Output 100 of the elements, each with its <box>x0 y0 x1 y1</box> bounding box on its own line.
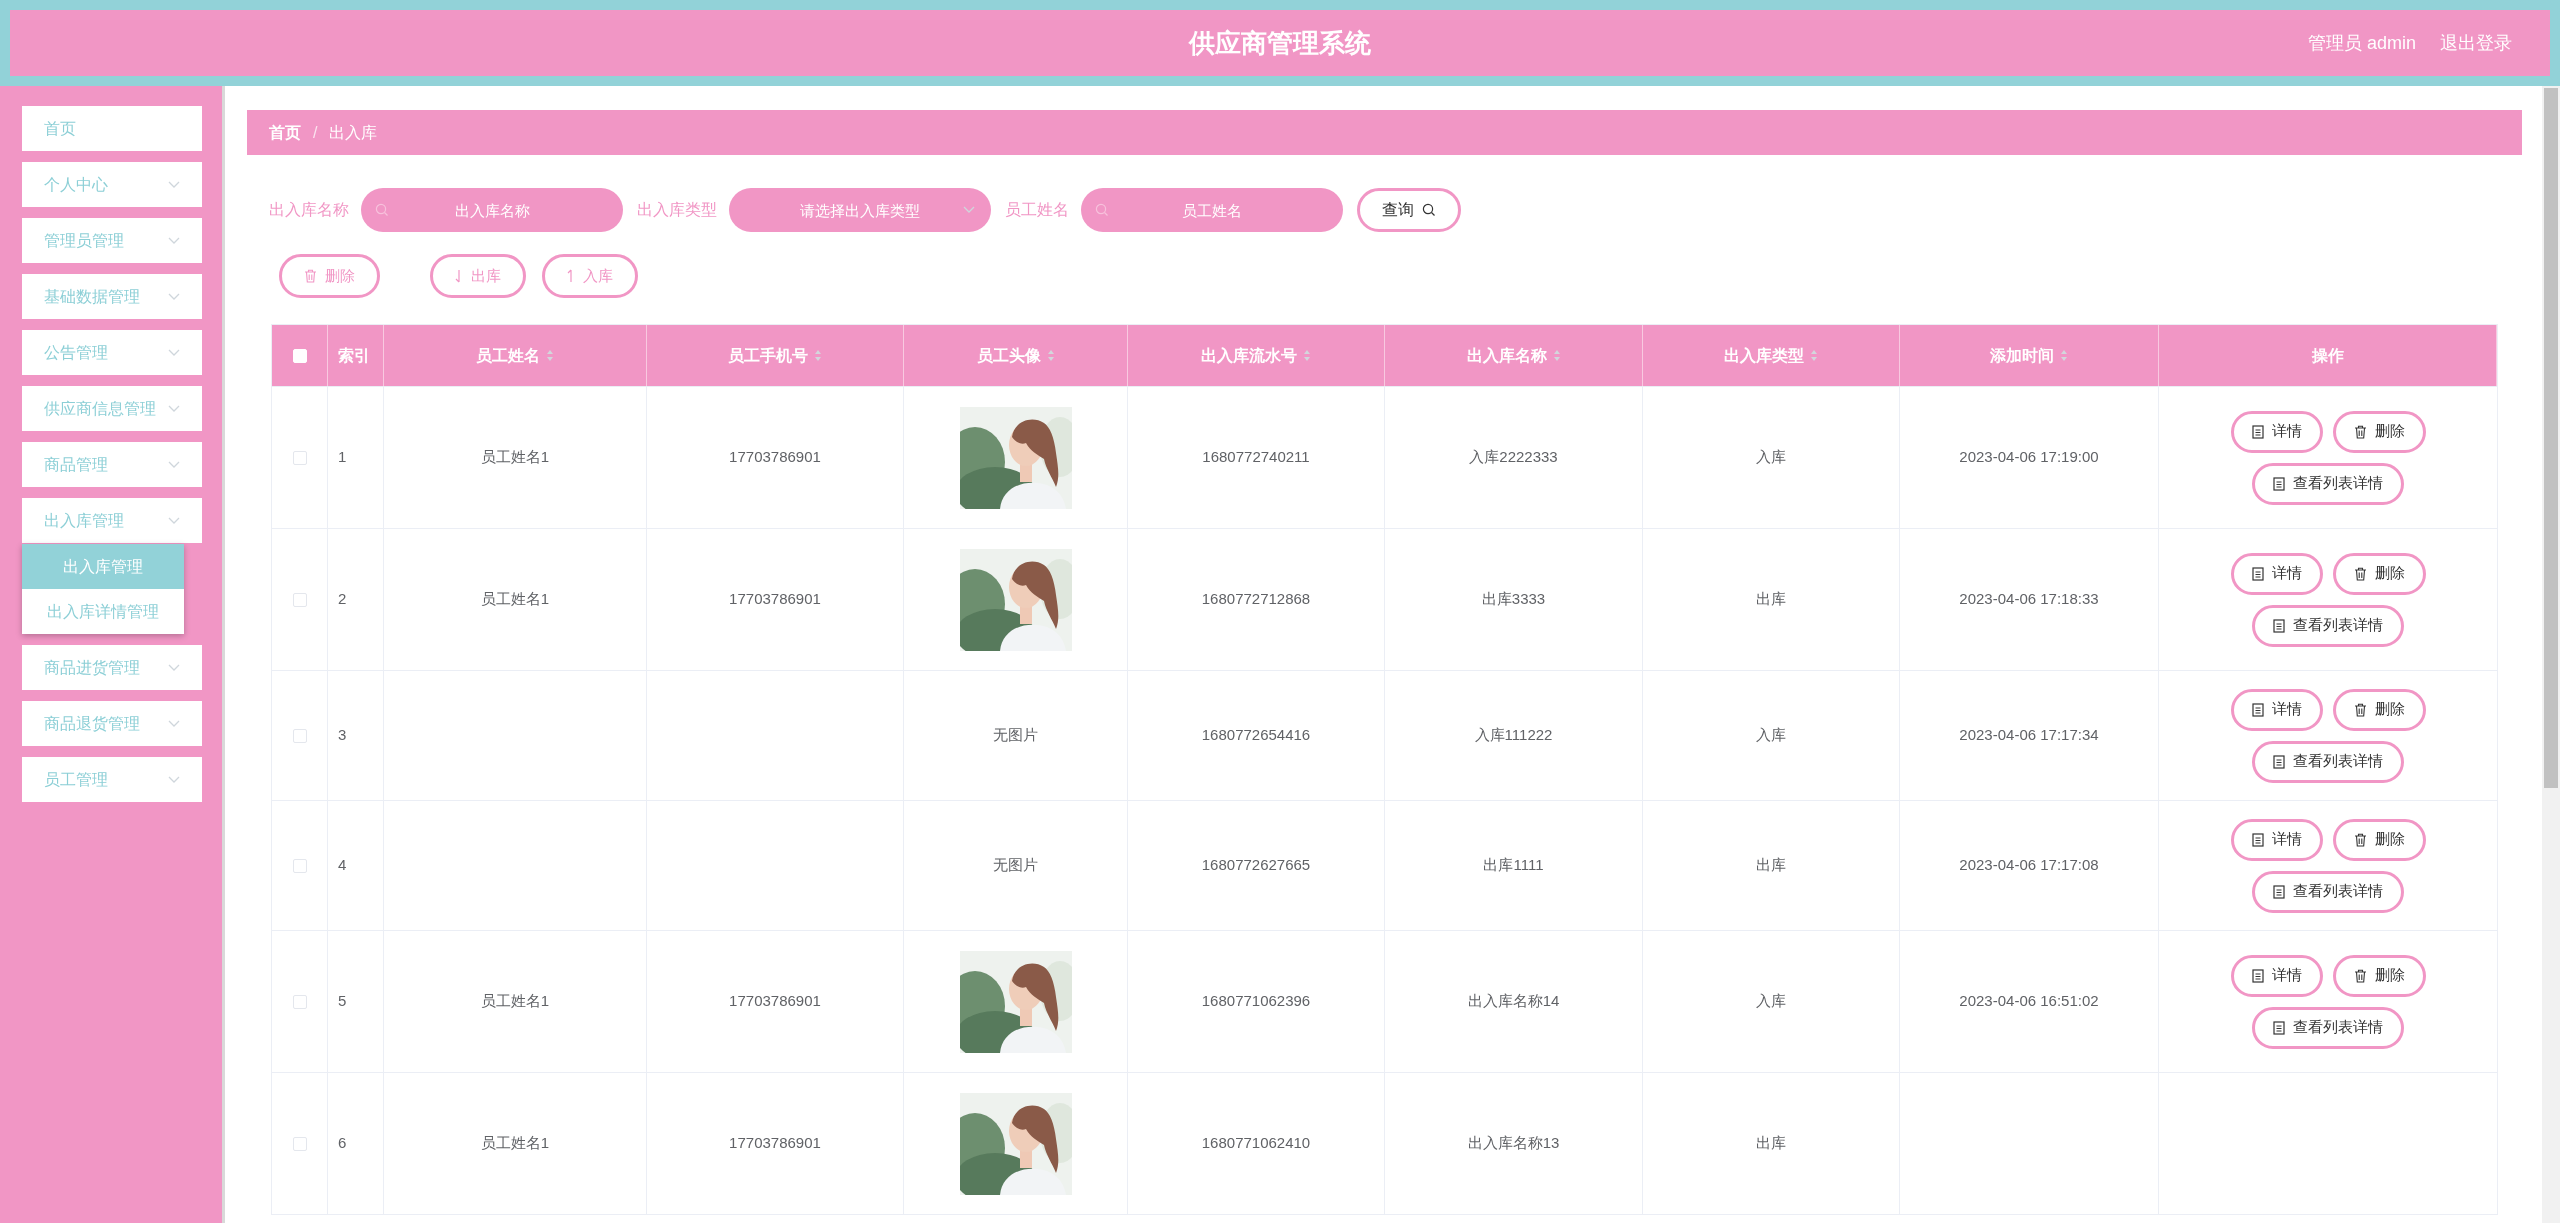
sidebar-item[interactable]: 基础数据管理 <box>22 274 202 319</box>
sidebar-item[interactable]: 出入库管理 <box>22 498 202 543</box>
sidebar-item[interactable]: 个人中心 <box>22 162 202 207</box>
table-cell-text: 出库3333 <box>1481 589 1546 610</box>
document-icon <box>2273 618 2285 633</box>
table-cell-text: 2023-04-06 17:17:08 <box>1959 855 2099 876</box>
sidebar-item[interactable]: 商品管理 <box>22 442 202 487</box>
row-action-button[interactable]: 删除 <box>2332 954 2426 997</box>
column-header: 员工头像 <box>976 345 1041 366</box>
table-cell-text: 员工姓名1 <box>480 991 550 1012</box>
table-cell-text: 17703786901 <box>729 447 821 468</box>
sort-icon[interactable] <box>1810 349 1818 362</box>
sort-icon[interactable] <box>1552 349 1561 362</box>
row-index: 5 <box>338 991 347 1012</box>
chevron-down-icon <box>168 775 180 784</box>
sort-icon[interactable] <box>814 349 822 362</box>
sidebar-item[interactable]: 员工管理 <box>22 757 202 802</box>
table-cell-text: 17703786901 <box>729 991 821 1012</box>
table-cell-text: 员工姓名1 <box>480 447 550 468</box>
table-cell-text: 2023-04-06 17:17:34 <box>1959 725 2099 746</box>
logout-link[interactable]: 退出登录 <box>2440 29 2512 57</box>
row-action-button[interactable]: 详情 <box>2230 410 2323 453</box>
row-index: 2 <box>338 589 347 610</box>
chevron-down-icon <box>168 180 180 189</box>
search-field[interactable]: 员工姓名 <box>1081 188 1343 232</box>
column-header: 出入库类型 <box>1724 345 1804 366</box>
column-header: 出入库流水号 <box>1201 345 1297 366</box>
table-cell-text: 2023-04-06 17:19:00 <box>1959 447 2099 468</box>
table-cell-text: 无图片 <box>993 725 1038 746</box>
sort-icon[interactable] <box>546 349 554 362</box>
row-action-button[interactable]: 详情 <box>2230 552 2323 595</box>
table-cell-text: 1680772627665 <box>1201 855 1311 876</box>
toolbar-button[interactable]: 入库 <box>542 254 638 298</box>
table-cell-text: 员工姓名1 <box>480 1133 550 1154</box>
row-action-button[interactable]: 删除 <box>2332 818 2426 861</box>
sort-icon[interactable] <box>2060 349 2068 362</box>
search-icon <box>1422 203 1436 217</box>
checkbox[interactable] <box>292 728 307 743</box>
row-action-button[interactable]: 查看列表详情 <box>2252 604 2404 647</box>
table-cell-text: 入库 <box>1756 725 1786 746</box>
sidebar-item[interactable]: 首页 <box>22 106 202 151</box>
document-icon <box>2251 424 2264 439</box>
table-cell-text: 出库 <box>1756 1133 1786 1154</box>
row-action-button[interactable]: 删除 <box>2332 410 2426 453</box>
scrollbar[interactable] <box>2542 86 2560 1223</box>
field-label: 出入库名称 <box>269 200 349 220</box>
document-icon <box>2251 702 2264 717</box>
row-action-button[interactable]: 查看列表详情 <box>2252 870 2404 913</box>
table-cell-text: 无图片 <box>993 855 1038 876</box>
toolbar-button[interactable]: 删除 <box>279 254 380 298</box>
row-action-button[interactable]: 详情 <box>2230 688 2323 731</box>
table-cell-text: 入库 <box>1756 447 1786 468</box>
row-action-button[interactable]: 详情 <box>2230 954 2323 997</box>
breadcrumb-link[interactable]: 首页 <box>269 120 301 145</box>
sidebar-item[interactable]: 管理员管理 <box>22 218 202 263</box>
arrow-down-icon <box>455 269 463 283</box>
table-cell-text: 出库 <box>1756 589 1786 610</box>
sort-icon[interactable] <box>1303 349 1311 362</box>
column-header: 员工手机号 <box>728 345 808 366</box>
table-cell-text: 1680772712868 <box>1201 589 1311 610</box>
search-field[interactable]: 出入库名称 <box>361 188 623 232</box>
checkbox[interactable] <box>292 592 307 607</box>
trash-icon <box>2353 702 2367 717</box>
table-cell-text: 1680771062410 <box>1201 1133 1311 1154</box>
checkbox[interactable] <box>292 450 307 465</box>
checkbox[interactable] <box>292 858 307 873</box>
row-action-button[interactable]: 查看列表详情 <box>2252 1006 2404 1049</box>
sidebar-item[interactable]: 公告管理 <box>22 330 202 375</box>
submenu-item[interactable]: 出入库管理 <box>22 544 184 589</box>
row-action-button[interactable]: 删除 <box>2332 688 2426 731</box>
sort-icon[interactable] <box>1046 349 1055 362</box>
query-button[interactable]: 查询 <box>1357 188 1461 232</box>
submenu-item[interactable]: 出入库详情管理 <box>22 589 184 634</box>
toolbar-button[interactable]: 出库 <box>430 254 526 298</box>
chevron-down-icon <box>168 292 180 301</box>
table-cell-text: 1680771062396 <box>1201 991 1311 1012</box>
row-action-button[interactable]: 查看列表详情 <box>2252 462 2404 505</box>
column-header: 员工姓名 <box>476 345 540 366</box>
row-action-button[interactable]: 删除 <box>2332 552 2426 595</box>
checkbox[interactable] <box>292 994 307 1009</box>
breadcrumb-link[interactable]: 出入库 <box>329 120 378 145</box>
table-cell-text: 入库 <box>1756 991 1786 1012</box>
table-cell-text: 1680772740211 <box>1202 447 1310 468</box>
app-title: 供应商管理系统 <box>1189 26 1371 60</box>
row-action-button[interactable]: 详情 <box>2230 818 2323 861</box>
chevron-down-icon <box>168 516 180 525</box>
breadcrumb-separator: / <box>313 122 318 143</box>
table-cell-text: 2023-04-06 17:18:33 <box>1959 589 2099 610</box>
select-field[interactable]: 请选择出入库类型 <box>729 188 991 232</box>
sidebar-item[interactable]: 商品进货管理 <box>22 645 202 690</box>
user-label: 管理员 admin <box>2307 31 2416 55</box>
row-action-button[interactable]: 查看列表详情 <box>2252 740 2404 783</box>
document-icon <box>2273 754 2285 769</box>
chevron-down-icon <box>168 404 180 413</box>
checkbox[interactable] <box>292 1136 307 1151</box>
row-index: 3 <box>338 725 347 746</box>
row-index: 1 <box>338 447 347 468</box>
table-cell-text: 2023-04-06 16:51:02 <box>1959 991 2099 1012</box>
sidebar-item[interactable]: 供应商信息管理 <box>22 386 202 431</box>
sidebar-item[interactable]: 商品退货管理 <box>22 701 202 746</box>
